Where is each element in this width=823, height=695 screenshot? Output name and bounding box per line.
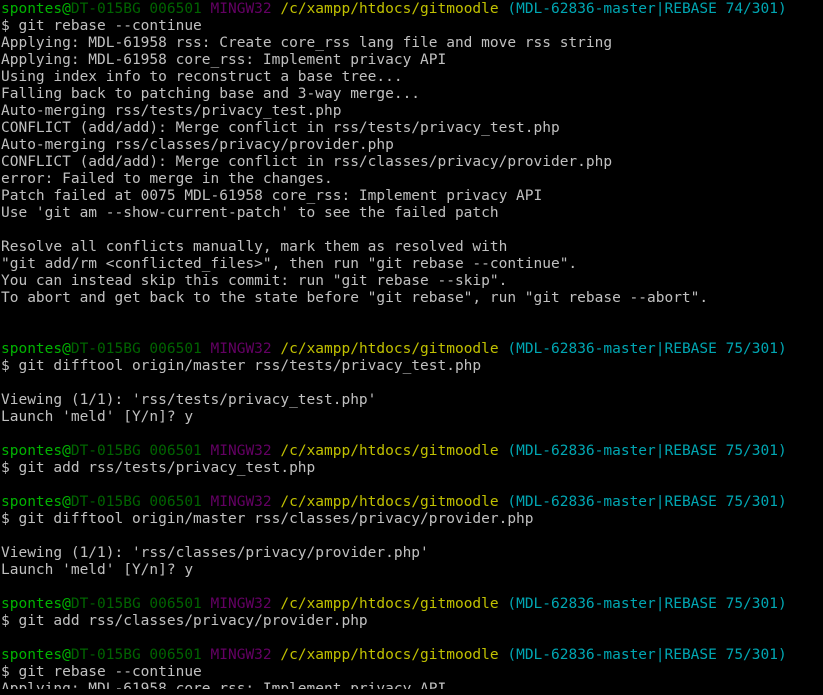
output-line: Use 'git am --show-current-patch' to see… (1, 205, 499, 221)
prompt-user: spontes@ (1, 443, 71, 459)
command-line: $ git difftool origin/master rss/tests/p… (1, 358, 482, 374)
output-line: Falling back to patching base and 3-way … (1, 86, 421, 102)
prompt-system: MINGW32 (210, 443, 272, 459)
output-line: You can instead skip this commit: run "g… (1, 273, 508, 289)
prompt-path: /c/xampp/htdocs/gitmoodle (280, 494, 499, 510)
command-line: $ git add rss/classes/privacy/provider.p… (1, 613, 368, 629)
output-line: Patch failed at 0075 MDL-61958 core_rss:… (1, 188, 543, 204)
prompt-host: DT-015BG 006501 (70, 494, 202, 510)
prompt-line: spontes@DT-015BG 006501 MINGW32 /c/xampp… (1, 443, 787, 460)
prompt-host: DT-015BG 006501 (70, 443, 202, 459)
prompt-system: MINGW32 (210, 1, 272, 17)
output-line: Applying: MDL-61958 core_rss: Implement … (1, 681, 447, 695)
prompt-user: spontes@ (1, 596, 71, 612)
command-line: $ git rebase --continue (1, 664, 202, 680)
prompt-user: spontes@ (1, 494, 71, 510)
prompt-line: spontes@DT-015BG 006501 MINGW32 /c/xampp… (1, 596, 787, 613)
prompt-path: /c/xampp/htdocs/gitmoodle (280, 443, 499, 459)
prompt-line: spontes@DT-015BG 006501 MINGW32 /c/xampp… (1, 494, 787, 511)
prompt-branch: (MDL-62836-master|REBASE 74/301) (507, 1, 787, 17)
prompt-branch: (MDL-62836-master|REBASE 75/301) (507, 494, 787, 510)
output-line: Using index info to reconstruct a base t… (1, 69, 403, 85)
output-line: Auto-merging rss/classes/privacy/provide… (1, 137, 394, 153)
prompt-host: DT-015BG 006501 (70, 647, 202, 663)
output-line: CONFLICT (add/add): Merge conflict in rs… (1, 154, 613, 170)
output-line: Launch 'meld' [Y/n]? y (1, 562, 194, 578)
command-line: $ git rebase --continue (1, 18, 202, 34)
terminal-window[interactable]: spontes@DT-015BG 006501 MINGW32 /c/xampp… (0, 0, 823, 695)
prompt-path: /c/xampp/htdocs/gitmoodle (280, 341, 499, 357)
output-line: To abort and get back to the state befor… (1, 290, 709, 306)
prompt-path: /c/xampp/htdocs/gitmoodle (280, 647, 499, 663)
output-line: Viewing (1/1): 'rss/classes/privacy/prov… (1, 545, 429, 561)
prompt-line: spontes@DT-015BG 006501 MINGW32 /c/xampp… (1, 647, 787, 664)
output-line: error: Failed to merge in the changes. (1, 171, 333, 187)
prompt-system: MINGW32 (210, 341, 272, 357)
prompt-line: spontes@DT-015BG 006501 MINGW32 /c/xampp… (1, 1, 787, 18)
prompt-system: MINGW32 (210, 494, 272, 510)
output-line: Launch 'meld' [Y/n]? y (1, 409, 194, 425)
prompt-system: MINGW32 (210, 647, 272, 663)
prompt-path: /c/xampp/htdocs/gitmoodle (280, 1, 499, 17)
output-line: Applying: MDL-61958 core_rss: Implement … (1, 52, 447, 68)
prompt-user: spontes@ (1, 647, 71, 663)
prompt-host: DT-015BG 006501 (70, 341, 202, 357)
output-line: "git add/rm <conflicted_files>", then ru… (1, 256, 578, 272)
prompt-host: DT-015BG 006501 (70, 1, 202, 17)
prompt-host: DT-015BG 006501 (70, 596, 202, 612)
output-line: Viewing (1/1): 'rss/tests/privacy_test.p… (1, 392, 377, 408)
terminal-output: spontes@DT-015BG 006501 MINGW32 /c/xampp… (1, 1, 787, 695)
prompt-user: spontes@ (1, 1, 71, 17)
prompt-branch: (MDL-62836-master|REBASE 75/301) (507, 443, 787, 459)
prompt-path: /c/xampp/htdocs/gitmoodle (280, 596, 499, 612)
output-line: Applying: MDL-61958 rss: Create core_rss… (1, 35, 613, 51)
prompt-line: spontes@DT-015BG 006501 MINGW32 /c/xampp… (1, 341, 787, 358)
command-line: $ git add rss/tests/privacy_test.php (1, 460, 316, 476)
output-line: CONFLICT (add/add): Merge conflict in rs… (1, 120, 560, 136)
prompt-system: MINGW32 (210, 596, 272, 612)
prompt-user: spontes@ (1, 341, 71, 357)
prompt-branch: (MDL-62836-master|REBASE 75/301) (507, 341, 787, 357)
command-line: $ git difftool origin/master rss/classes… (1, 511, 534, 527)
output-line: Resolve all conflicts manually, mark the… (1, 239, 508, 255)
prompt-branch: (MDL-62836-master|REBASE 75/301) (507, 596, 787, 612)
output-line: Auto-merging rss/tests/privacy_test.php (1, 103, 342, 119)
prompt-branch: (MDL-62836-master|REBASE 75/301) (507, 647, 787, 663)
